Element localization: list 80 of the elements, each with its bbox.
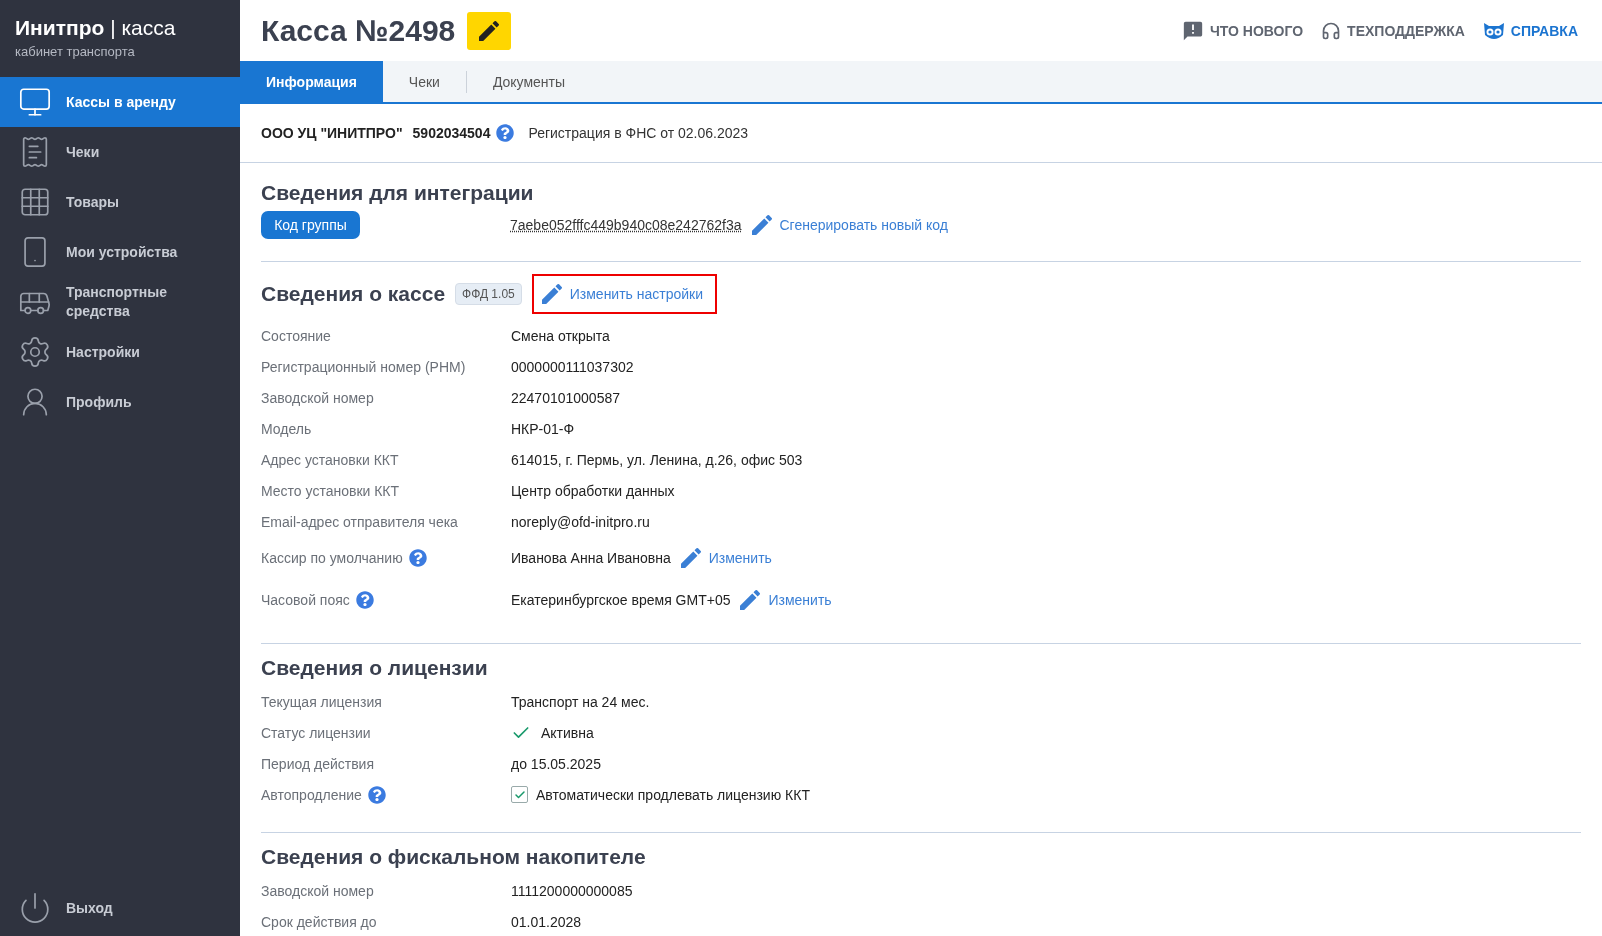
grid-icon [18, 185, 52, 219]
field-label: Место установки ККТ [261, 482, 400, 499]
field-label: Состояние [261, 327, 331, 344]
value-text: до 15.05.2025 [511, 755, 601, 772]
checkbox-label: Автоматически продлевать лицензию ККТ [536, 786, 810, 803]
power-icon [18, 891, 52, 925]
page-title: Касса №2498 [261, 13, 456, 48]
help-icon[interactable] [496, 124, 515, 142]
help-icon[interactable] [355, 591, 374, 609]
field-label: Email-адрес отправителя чека [261, 513, 458, 530]
field-label: Кассир по умолчанию [261, 550, 403, 566]
value-text: noreply@ofd-initpro.ru [511, 513, 650, 530]
sidebar-item[interactable]: Мои устройства [0, 227, 240, 277]
ffd-badge: ФФД 1.05 [455, 283, 522, 305]
inn-number: 5902034504 [412, 125, 491, 141]
header-link[interactable]: ТЕХПОДДЕРЖКА [1321, 20, 1465, 41]
group-code: 7aebe052fffc449b940c08e242762f3a [510, 217, 742, 233]
value-text: Транспорт на 24 мес. [511, 693, 650, 710]
monitor-icon [18, 85, 52, 119]
tab[interactable]: Информация [240, 61, 383, 102]
edit-link[interactable]: Изменить [740, 590, 832, 610]
edit-link[interactable]: Изменить [680, 548, 772, 568]
owl-icon [1482, 20, 1505, 41]
value-text: Екатеринбургское время GMT+05 [511, 592, 731, 608]
value-text: Смена открыта [511, 327, 610, 344]
header-link[interactable]: СПРАВКА [1482, 20, 1578, 41]
section-title: Сведения о кассе [261, 282, 446, 306]
gear-icon [18, 335, 52, 369]
value-text: 0000000111037302 [511, 358, 634, 375]
org-name: ООО УЦ "ИНИТПРО" [261, 125, 403, 141]
value-text: Центр обработки данных [511, 482, 675, 499]
section-title: Сведения для интеграции [261, 181, 535, 205]
field-label: Регистрационный номер (РНМ) [261, 358, 466, 375]
sidebar-item[interactable]: Чеки [0, 127, 240, 177]
tab[interactable]: Чеки [382, 61, 466, 102]
brand-subtitle: кабинет транспорта [15, 44, 136, 59]
registration-text: Регистрация в ФНС от 02.06.2023 [528, 125, 749, 141]
generate-code-link[interactable]: Сгенерировать новый код [751, 215, 948, 235]
pencil-icon [680, 548, 701, 568]
sidebar-item[interactable]: Настройки [0, 327, 240, 377]
header-link[interactable]: ЧТО НОВОГО [1181, 19, 1304, 42]
pencil-icon [740, 590, 761, 610]
value-text: 614015, г. Пермь, ул. Ленина, д.26, офис 503 [511, 451, 803, 468]
help-icon[interactable] [367, 785, 386, 804]
checkbox[interactable] [511, 786, 528, 803]
help-icon[interactable] [408, 549, 427, 567]
headset-icon [1321, 20, 1342, 41]
value-text: 01.01.2028 [511, 913, 582, 930]
check-icon [513, 788, 526, 801]
value-text: Иванова Анна Ивановна [511, 550, 671, 566]
pencil-icon [751, 215, 772, 235]
field-label: Модель [261, 420, 312, 437]
brand-title: Инитпро | касса [15, 16, 177, 40]
sidebar-item[interactable]: Товары [0, 177, 240, 227]
value-text: Активна [541, 724, 594, 741]
sidebar-item[interactable]: Профиль [0, 377, 240, 427]
value-text: НКР-01-Ф [511, 420, 575, 437]
group-code-button[interactable]: Код группы [261, 211, 360, 239]
field-label: Срок действия до [261, 913, 377, 930]
field-label: Статус лицензии [261, 724, 371, 741]
field-label: Заводской номер [261, 389, 374, 406]
value-text: 1111200000000085 [511, 882, 633, 899]
field-label: Текущая лицензия [261, 693, 382, 710]
edit-settings-link[interactable]: Изменить настройки [531, 274, 718, 314]
section-title: Сведения о фискальном накопителе [261, 845, 647, 869]
field-label: Часовой пояс [261, 592, 350, 608]
value-text: 22470101000587 [511, 389, 620, 406]
message-icon [1181, 19, 1204, 42]
field-label: Период действия [261, 755, 375, 772]
sidebar-item[interactable]: Кассы в аренду [0, 77, 240, 127]
field-label: Автопродление [261, 786, 362, 803]
field-label: Заводской номер [261, 882, 374, 899]
edit-title-button[interactable] [467, 11, 512, 50]
section-title: Сведения о лицензии [261, 656, 489, 680]
logout-item[interactable]: Выход [0, 880, 240, 936]
tab[interactable]: Документы [466, 61, 592, 102]
pencil-icon [541, 284, 562, 304]
sidebar-item[interactable]: Транспортные средства [0, 277, 240, 327]
field-label: Адрес установки ККТ [261, 451, 399, 468]
pencil-icon [479, 20, 500, 41]
